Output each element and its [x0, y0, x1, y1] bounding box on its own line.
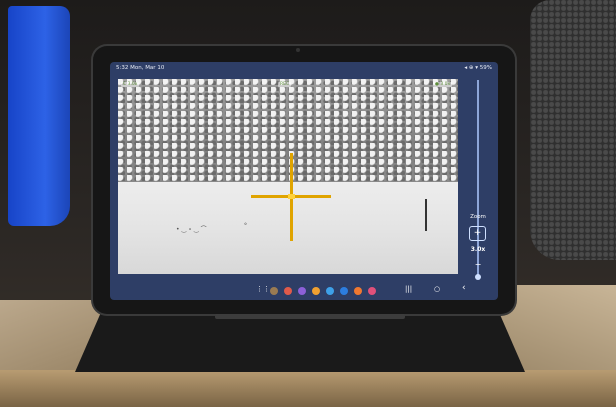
zoom-out-button[interactable]: − — [462, 260, 494, 269]
indicator-top-right: ● 3.0x — [433, 82, 453, 87]
stand-hinge — [215, 314, 405, 319]
apps-grid-icon[interactable]: ⋮⋮ — [256, 285, 270, 293]
status-bar: 5:32 Mon, Mar 10 ◂ ⊕ ▾ 59% — [110, 62, 498, 74]
taskbar: ⋮⋮ ||| ○ ‹ — [110, 282, 498, 300]
home-button[interactable]: ○ — [434, 285, 440, 293]
tablet-screen: 5:32 Mon, Mar 10 ◂ ⊕ ▾ 59% • ‿ ∘ ‿ ⌒ ⚬ C… — [110, 62, 498, 300]
app-4-icon[interactable] — [312, 287, 320, 295]
zoom-panel: Zoom + 3.0x − — [458, 74, 498, 300]
app-1-icon[interactable] — [270, 287, 278, 295]
treeline — [118, 79, 458, 196]
tablet-stand — [75, 310, 525, 372]
dark-fabric — [530, 0, 616, 260]
front-camera — [296, 48, 300, 52]
fence-post — [425, 199, 427, 231]
status-time: 5:32 Mon, Mar 10 — [116, 65, 165, 71]
app-5-icon[interactable] — [326, 287, 334, 295]
zoom-label: Zoom — [470, 214, 486, 220]
app-8-icon[interactable] — [368, 287, 376, 295]
track-marks: • ‿ ∘ ‿ ⌒ — [176, 226, 207, 233]
status-icons: ◂ ⊕ ▾ 59% — [464, 65, 492, 71]
thermal-scope-view[interactable]: • ‿ ∘ ‿ ⌒ ⚬ C 3.0x REC ● 3.0x — [118, 79, 458, 274]
recents-button[interactable]: ||| — [405, 285, 412, 293]
blue-cloth — [8, 6, 70, 226]
app-6-icon[interactable] — [340, 287, 348, 295]
app-7-icon[interactable] — [354, 287, 362, 295]
track-mark: ⚬ — [243, 221, 249, 228]
zoom-value: 3.0x — [470, 246, 486, 253]
app-3-icon[interactable] — [298, 287, 306, 295]
indicator-top-center: REC — [278, 82, 292, 87]
wood-table — [0, 370, 616, 407]
back-button[interactable]: ‹ — [462, 283, 466, 293]
reticle-center — [288, 194, 295, 199]
zoom-slider-handle[interactable] — [475, 274, 481, 280]
zoom-in-button[interactable]: + — [469, 226, 486, 241]
indicator-top-left: C 3.0x — [121, 82, 140, 87]
app-2-icon[interactable] — [284, 287, 292, 295]
